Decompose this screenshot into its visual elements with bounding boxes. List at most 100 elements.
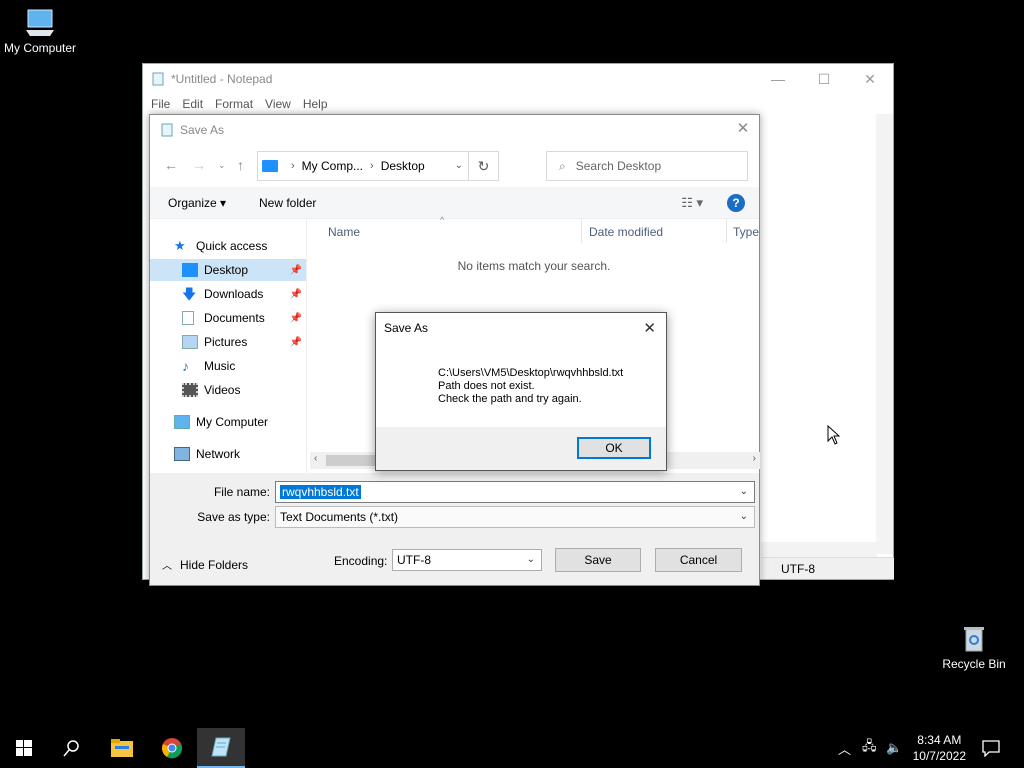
nav-item-label: My Computer xyxy=(196,415,269,429)
nav-item-quick-access[interactable]: ★ Quick access xyxy=(150,235,306,257)
network-status-button[interactable]: 🖧 xyxy=(862,728,877,768)
column-headers: Name ^ Date modified Type xyxy=(318,215,760,243)
network-icon xyxy=(174,447,190,461)
nav-item-label: Desktop xyxy=(204,263,249,277)
help-icon[interactable]: ? xyxy=(727,194,745,212)
encoding-select[interactable]: UTF-8 ⌄ xyxy=(392,549,542,571)
taskbar-notepad[interactable] xyxy=(197,728,245,768)
save-as-type-select[interactable]: Text Documents (*.txt) ⌄ xyxy=(275,506,755,528)
desktop-icon-label: My Computer xyxy=(3,41,77,55)
action-center-button[interactable] xyxy=(982,728,1000,768)
start-icon xyxy=(16,740,32,756)
scroll-right-icon[interactable]: › xyxy=(753,453,756,464)
nav-item-label: Downloads xyxy=(204,287,264,301)
scroll-left-icon[interactable]: ‹ xyxy=(314,453,317,464)
system-clock[interactable]: 8:34 AM 10/7/2022 xyxy=(913,732,966,764)
column-date-modified[interactable]: Date modified xyxy=(589,225,663,239)
organize-button[interactable]: Organize ▾ xyxy=(168,196,226,210)
refresh-icon[interactable]: ↻ xyxy=(468,152,498,180)
hide-folders-button[interactable]: ︿ Hide Folders xyxy=(162,557,248,573)
clock-date: 10/7/2022 xyxy=(912,749,966,763)
nav-item-downloads[interactable]: 🡇 Downloads 📌 xyxy=(150,283,306,305)
chrome-icon xyxy=(162,738,182,759)
status-encoding: UTF-8 xyxy=(781,561,815,576)
chevron-up-icon: ︿ xyxy=(838,741,852,757)
nav-item-my-computer[interactable]: My Computer xyxy=(150,411,306,433)
save-button[interactable]: Save xyxy=(555,548,641,572)
close-button[interactable]: ✕ xyxy=(847,64,893,94)
breadcrumb-separator-icon: › xyxy=(291,160,295,172)
ok-button[interactable]: OK xyxy=(577,437,651,459)
menu-format[interactable]: Format xyxy=(209,97,259,111)
forward-arrow-icon[interactable]: → xyxy=(192,157,206,173)
pin-icon[interactable]: 📌 xyxy=(290,337,302,348)
breadcrumb-separator-icon: › xyxy=(370,160,374,172)
pane-divider[interactable] xyxy=(306,219,307,473)
chevron-down-icon[interactable]: ⌄ xyxy=(455,160,463,171)
error-dialog-titlebar[interactable]: Save As xyxy=(376,313,666,343)
maximize-button[interactable]: ☐ xyxy=(801,64,847,94)
error-dialog-title: Save As xyxy=(384,321,429,335)
pin-icon[interactable]: 📌 xyxy=(290,289,302,300)
menu-help[interactable]: Help xyxy=(297,97,334,111)
vertical-scrollbar[interactable] xyxy=(876,114,893,554)
documents-icon xyxy=(182,311,194,325)
path-error-dialog: Save As ✕ C:\Users\VM5\Desktop\rwqvhhbsl… xyxy=(375,312,667,471)
show-hidden-icons-button[interactable]: ︿ xyxy=(838,728,851,768)
minimize-button[interactable]: — xyxy=(755,64,801,94)
back-arrow-icon[interactable]: ← xyxy=(164,157,178,173)
navigation-row: ← → ⌄ ↑ › My Comp... › Desktop ⌄ ↻ ⌕ Sea… xyxy=(150,151,759,181)
breadcrumb-my-computer[interactable]: My Comp... xyxy=(302,159,363,173)
taskbar-search-button[interactable] xyxy=(48,728,96,768)
column-name[interactable]: Name xyxy=(328,225,360,239)
column-type[interactable]: Type xyxy=(733,225,759,239)
search-icon: ⌕ xyxy=(559,158,566,173)
breadcrumb-desktop[interactable]: Desktop xyxy=(381,159,425,173)
taskbar-file-explorer[interactable] xyxy=(98,728,146,768)
network-icon: 🖧 xyxy=(862,738,877,753)
up-arrow-icon[interactable]: ↑ xyxy=(237,157,244,173)
dialog-title: Save As xyxy=(180,123,225,137)
taskbar-chrome[interactable] xyxy=(148,728,196,768)
nav-item-network[interactable]: Network xyxy=(150,443,306,465)
start-button[interactable] xyxy=(0,728,48,768)
menu-bar: File Edit Format View Help xyxy=(143,94,893,114)
pin-icon[interactable]: 📌 xyxy=(290,313,302,324)
chevron-down-icon[interactable]: ⌄ xyxy=(527,554,535,565)
error-dialog-footer: OK xyxy=(376,427,666,470)
volume-button[interactable]: 🔈 xyxy=(886,728,902,768)
status-bar: UTF-8 xyxy=(761,557,894,579)
new-folder-button[interactable]: New folder xyxy=(259,196,316,210)
menu-view[interactable]: View xyxy=(259,97,297,111)
close-icon[interactable]: ✕ xyxy=(735,121,751,137)
nav-item-documents[interactable]: Documents 📌 xyxy=(150,307,306,329)
file-name-field[interactable]: rwqvhhbsld.txt ⌄ xyxy=(275,481,755,503)
nav-item-pictures[interactable]: Pictures 📌 xyxy=(150,331,306,353)
menu-file[interactable]: File xyxy=(145,97,176,111)
address-bar[interactable]: › My Comp... › Desktop ⌄ ↻ xyxy=(257,151,499,181)
search-input[interactable]: ⌕ Search Desktop xyxy=(546,151,748,181)
chevron-down-icon[interactable]: ⌄ xyxy=(740,486,748,497)
view-options-icon[interactable]: ☷ ▾ xyxy=(681,195,703,211)
nav-item-videos[interactable]: Videos xyxy=(150,379,306,401)
computer-icon xyxy=(174,415,190,429)
save-as-type-label: Save as type: xyxy=(197,510,270,524)
navigation-pane: ★ Quick access Desktop 📌 🡇 Downloads 📌 D… xyxy=(150,233,306,463)
nav-item-label: Network xyxy=(196,447,241,461)
nav-item-label: Videos xyxy=(204,383,241,397)
recent-locations-icon[interactable]: ⌄ xyxy=(218,160,226,171)
close-icon[interactable]: ✕ xyxy=(643,319,656,337)
menu-edit[interactable]: Edit xyxy=(176,97,209,111)
cancel-button[interactable]: Cancel xyxy=(655,548,742,572)
desktop-icon-my-computer[interactable]: My Computer xyxy=(0,8,80,55)
pin-icon[interactable]: 📌 xyxy=(290,265,302,276)
nav-item-desktop[interactable]: Desktop 📌 xyxy=(150,259,306,281)
encoding-label: Encoding: xyxy=(334,554,388,568)
desktop-icon-recycle-bin[interactable]: Recycle Bin xyxy=(934,624,1014,671)
nav-item-label: Pictures xyxy=(204,335,248,349)
chevron-down-icon[interactable]: ⌄ xyxy=(740,511,748,522)
nav-item-music[interactable]: ♪ Music xyxy=(150,355,306,377)
save-as-titlebar[interactable]: Save As xyxy=(150,115,759,145)
mouse-cursor-icon xyxy=(827,425,841,445)
film-icon xyxy=(182,383,198,397)
